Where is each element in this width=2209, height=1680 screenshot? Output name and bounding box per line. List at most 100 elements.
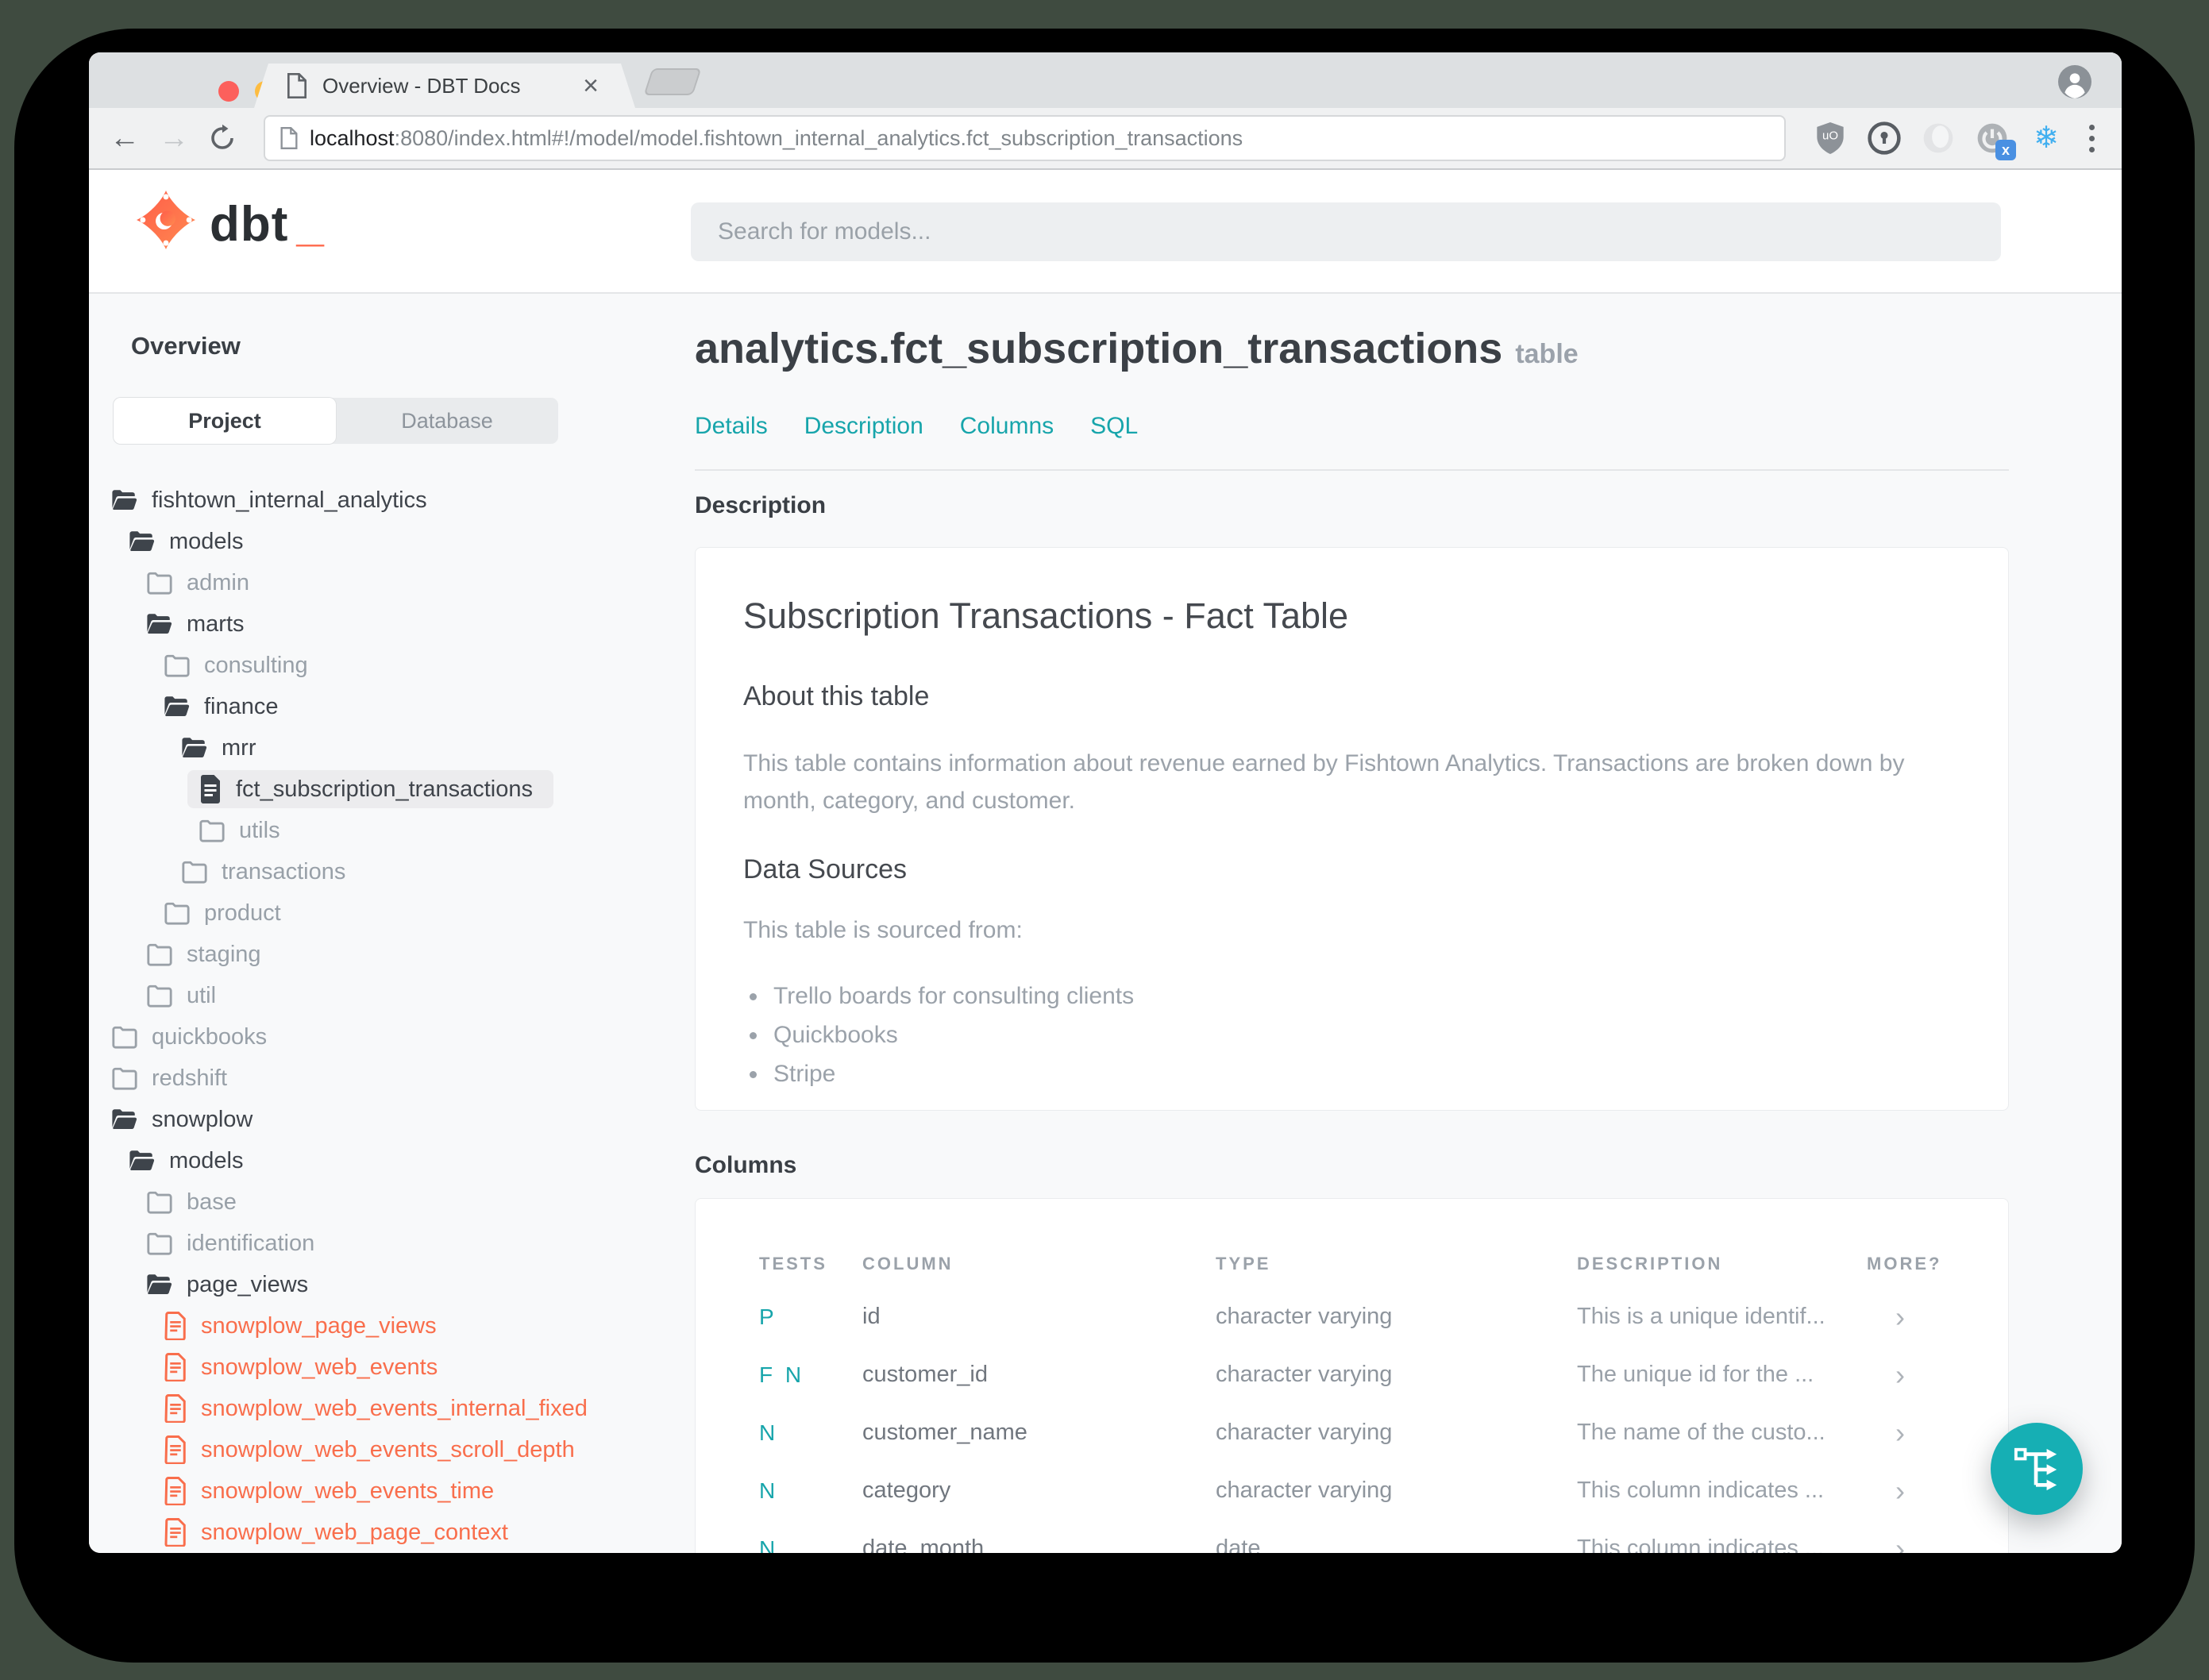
browser-toolbar: ← → localhost:8080/index.html#!/model/mo…	[89, 108, 2122, 170]
page-favicon-icon	[286, 73, 308, 98]
column-name: category	[862, 1478, 951, 1503]
lineage-graph-button[interactable]	[1991, 1423, 2083, 1515]
model-file-icon	[164, 1353, 186, 1381]
tree-item-label: snowplow_web_events_time	[201, 1478, 495, 1504]
tree-item-snowplow_page_views[interactable]: snowplow_page_views	[89, 1305, 680, 1347]
tree-item-label: snowplow	[152, 1106, 253, 1132]
power-extension-icon[interactable]: x	[1975, 121, 2016, 160]
tree-item-snowplow_web_events_internal_fixed[interactable]: snowplow_web_events_internal_fixed	[89, 1388, 680, 1429]
ublock-extension-icon[interactable]: uO	[1813, 121, 1848, 156]
tree-item-label: base	[187, 1189, 237, 1215]
tree-item-consulting[interactable]: consulting	[89, 645, 680, 686]
column-row-category[interactable]: Ncategory character varying This column in…	[759, 1462, 1945, 1520]
model-file-icon	[164, 1477, 186, 1505]
column-row-customer_id[interactable]: F N customer_id character varying The uniqu…	[759, 1346, 1945, 1404]
model-nav-link-details[interactable]: Details	[695, 413, 768, 440]
snowflake-extension-icon[interactable]: ❄	[2029, 121, 2064, 156]
tree-item-label: snowplow_web_events_scroll_depth	[201, 1436, 575, 1462]
expand-row-chevron-icon[interactable]: ›	[1867, 1300, 1945, 1334]
tree-item-util[interactable]: util	[89, 975, 680, 1016]
description-card: Subscription Transactions - Fact Table A…	[695, 547, 2009, 1111]
new-tab-button[interactable]	[643, 68, 702, 95]
url-path: :8080/index.html#!/model/model.fishtown_…	[394, 125, 1243, 150]
tree-item-snowplow_web_page_context[interactable]: snowplow_web_page_context	[89, 1512, 680, 1553]
traffic-close-button[interactable]	[218, 81, 239, 102]
tree-item-staging[interactable]: staging	[89, 934, 680, 975]
tests-badge: N	[759, 1478, 779, 1503]
sidebar-title: Overview	[131, 332, 241, 360]
model-file-icon	[201, 775, 220, 803]
tree-item-quickbooks[interactable]: quickbooks	[89, 1016, 680, 1058]
folder-icon	[164, 654, 190, 677]
expand-row-chevron-icon[interactable]: ›	[1867, 1474, 1945, 1508]
browser-menu-button[interactable]	[2083, 124, 2101, 152]
tree-item-label: page_views	[187, 1271, 309, 1297]
tests-badge: N	[759, 1420, 779, 1445]
tab-title: Overview - DBT Docs	[322, 73, 521, 98]
tree-item-label: fishtown_internal_analytics	[152, 487, 427, 513]
power-badge: x	[1995, 140, 2016, 160]
reload-button[interactable]	[208, 124, 237, 152]
folder-icon	[199, 819, 225, 842]
tree-item-utils[interactable]: utils	[89, 810, 680, 851]
tree-item-marts[interactable]: marts	[89, 603, 680, 645]
folder-icon	[147, 984, 172, 1008]
sidebar: Overview Project Database fishtown_intern…	[89, 295, 680, 1553]
tree-item-snowplow_web_events_scroll_depth[interactable]: snowplow_web_events_scroll_depth	[89, 1429, 680, 1470]
tree-item-transactions[interactable]: transactions	[89, 851, 680, 892]
column-row-date_month[interactable]: Ndate_month date This column indicates ...…	[759, 1520, 1945, 1554]
toggle-tab-database[interactable]: Database	[336, 398, 558, 444]
model-nav-link-sql[interactable]: SQL	[1090, 413, 1138, 440]
dbt-logo[interactable]: dbt _	[137, 191, 324, 249]
column-row-customer_name[interactable]: Ncustomer_name character varying The name …	[759, 1404, 1945, 1462]
tree-item-label: admin	[187, 569, 249, 595]
project-database-toggle: Project Database	[114, 398, 558, 444]
tree-item-label: snowplow_page_views	[201, 1312, 437, 1339]
folder-icon	[182, 861, 207, 884]
toggle-tab-project[interactable]: Project	[114, 398, 336, 444]
url-bar[interactable]: localhost:8080/index.html#!/model/model.…	[264, 115, 1786, 161]
model-nav-link-description[interactable]: Description	[804, 413, 923, 440]
expand-row-chevron-icon[interactable]: ›	[1867, 1416, 1945, 1450]
expand-row-chevron-icon[interactable]: ›	[1867, 1532, 1945, 1554]
tree-item-page_views[interactable]: page_views	[89, 1264, 680, 1305]
column-header-more: MORE?	[1867, 1254, 1942, 1273]
tab-close-icon[interactable]: ×	[583, 72, 599, 99]
about-text: This table contains information about re…	[743, 750, 1905, 814]
lineage-graph-icon	[2014, 1447, 2057, 1491]
tree-item-admin[interactable]: admin	[89, 562, 680, 603]
tree-item-base[interactable]: base	[89, 1181, 680, 1223]
tree-item-fct_subscription_transactions[interactable]: fct_subscription_transactions	[89, 769, 680, 810]
search-input[interactable]	[691, 202, 2001, 261]
column-type: character varying	[1216, 1304, 1393, 1329]
divider	[695, 469, 2009, 471]
source-item: Trello boards for consulting clients	[769, 983, 1134, 1010]
column-row-id[interactable]: Pid character varying This is a unique ide…	[759, 1288, 1945, 1346]
back-button[interactable]: ←	[110, 123, 140, 153]
tree-item-snowplow[interactable]: snowplow	[89, 1099, 680, 1140]
tree-item-label: utils	[239, 817, 280, 843]
tree-item-finance[interactable]: finance	[89, 686, 680, 727]
tree-item-identification[interactable]: identification	[89, 1223, 680, 1264]
tree-item-redshift[interactable]: redshift	[89, 1058, 680, 1099]
tree-item-models[interactable]: models	[89, 1140, 680, 1181]
expand-row-chevron-icon[interactable]: ›	[1867, 1358, 1945, 1392]
tree-item-label: finance	[204, 693, 279, 719]
opera-extension-icon[interactable]	[1921, 121, 1956, 156]
tree-item-label: models	[169, 1147, 244, 1173]
browser-tab[interactable]: Overview - DBT Docs ×	[254, 64, 635, 108]
tree-item-fishtown_internal_analytics[interactable]: fishtown_internal_analytics	[89, 480, 680, 521]
file-tree: fishtown_internal_analytics models admin…	[89, 480, 680, 1553]
tree-item-models[interactable]: models	[89, 521, 680, 562]
page-icon	[280, 127, 298, 149]
tree-item-snowplow_web_events_time[interactable]: snowplow_web_events_time	[89, 1470, 680, 1512]
tests-badge: N	[759, 1536, 779, 1554]
password-manager-extension-icon[interactable]	[1867, 121, 1902, 156]
tree-item-mrr[interactable]: mrr	[89, 727, 680, 769]
profile-avatar-icon[interactable]	[2058, 65, 2091, 98]
tree-item-snowplow_web_events[interactable]: snowplow_web_events	[89, 1347, 680, 1388]
tree-item-product[interactable]: product	[89, 892, 680, 934]
svg-text:uO: uO	[1822, 129, 1838, 143]
column-name: date_month	[862, 1536, 985, 1553]
model-nav-link-columns[interactable]: Columns	[960, 413, 1054, 440]
